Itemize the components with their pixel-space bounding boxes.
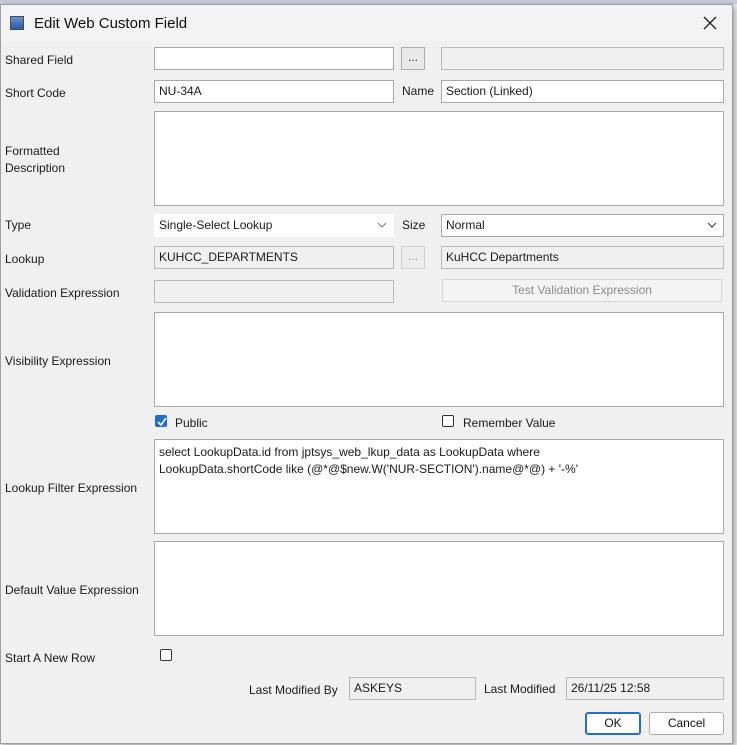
lookup-filter-line-1: select LookupData.id from jptsys_web_lku… [159,445,540,459]
name-input[interactable]: Section (Linked) [441,80,724,103]
close-icon [703,16,717,30]
test-validation-expression-button[interactable]: Test Validation Expression [442,279,722,302]
last-modified-by-value: ASKEYS [349,677,476,700]
size-select-value: Normal [446,218,485,232]
last-modified-label: Last Modified [484,682,556,696]
formatted-description-label-line2: Description [5,161,66,175]
lookup-filter-expression-textarea[interactable]: select LookupData.id from jptsys_web_lku… [154,439,724,534]
ok-button[interactable]: OK [585,712,641,735]
start-new-row-label: Start A New Row [5,651,96,665]
validation-expression-input [154,280,394,303]
name-label: Name [402,84,435,98]
lookup-filter-expression-label: Lookup Filter Expression [5,481,138,495]
short-code-input[interactable]: NU-34A [154,80,394,103]
lookup-input: KUHCC_DEPARTMENTS [154,246,394,269]
public-checkbox[interactable] [155,415,167,427]
visibility-expression-label: Visibility Expression [5,354,111,368]
shared-field-display [441,47,724,70]
type-label: Type [5,218,32,232]
shared-field-browse-button[interactable]: ... [401,47,425,70]
short-code-label: Short Code [5,86,66,100]
shared-field-input[interactable] [154,47,394,70]
default-value-expression-label: Default Value Expression [5,583,139,597]
visibility-expression-textarea[interactable] [154,312,724,407]
public-label: Public [175,416,208,430]
lookup-description: KuHCC Departments [441,246,724,269]
chevron-down-icon [707,222,717,228]
app-icon [10,16,24,30]
default-value-expression-textarea[interactable] [154,541,724,636]
chevron-down-icon [377,222,387,228]
dialog-title: Edit Web Custom Field [34,15,188,32]
formatted-description-label-line1: Formatted [5,144,60,158]
start-new-row-checkbox[interactable] [160,649,172,661]
lookup-browse-button[interactable]: ... [401,246,425,269]
remember-value-checkbox[interactable] [442,415,454,427]
shared-field-label: Shared Field [5,53,74,67]
lookup-label: Lookup [5,252,45,266]
remember-value-label: Remember Value [463,416,556,430]
edit-web-custom-field-dialog: Edit Web Custom Field Shared Field ... S… [0,4,733,744]
formatted-description-textarea[interactable] [154,111,724,206]
checkmark-icon [157,417,167,427]
last-modified-by-label: Last Modified By [249,683,338,697]
last-modified-value: 26/11/25 12:58 [566,677,724,700]
lookup-filter-line-2: LookupData.shortCode like (@*@$new.W('NU… [159,462,579,476]
size-select[interactable]: Normal [441,214,724,237]
type-select-value: Single-Select Lookup [159,218,273,232]
type-select[interactable]: Single-Select Lookup [154,214,394,237]
title-bar: Edit Web Custom Field [1,5,732,41]
close-button[interactable] [695,9,725,37]
size-label: Size [402,218,426,232]
cancel-button[interactable]: Cancel [649,712,724,735]
validation-expression-label: Validation Expression [5,286,120,300]
